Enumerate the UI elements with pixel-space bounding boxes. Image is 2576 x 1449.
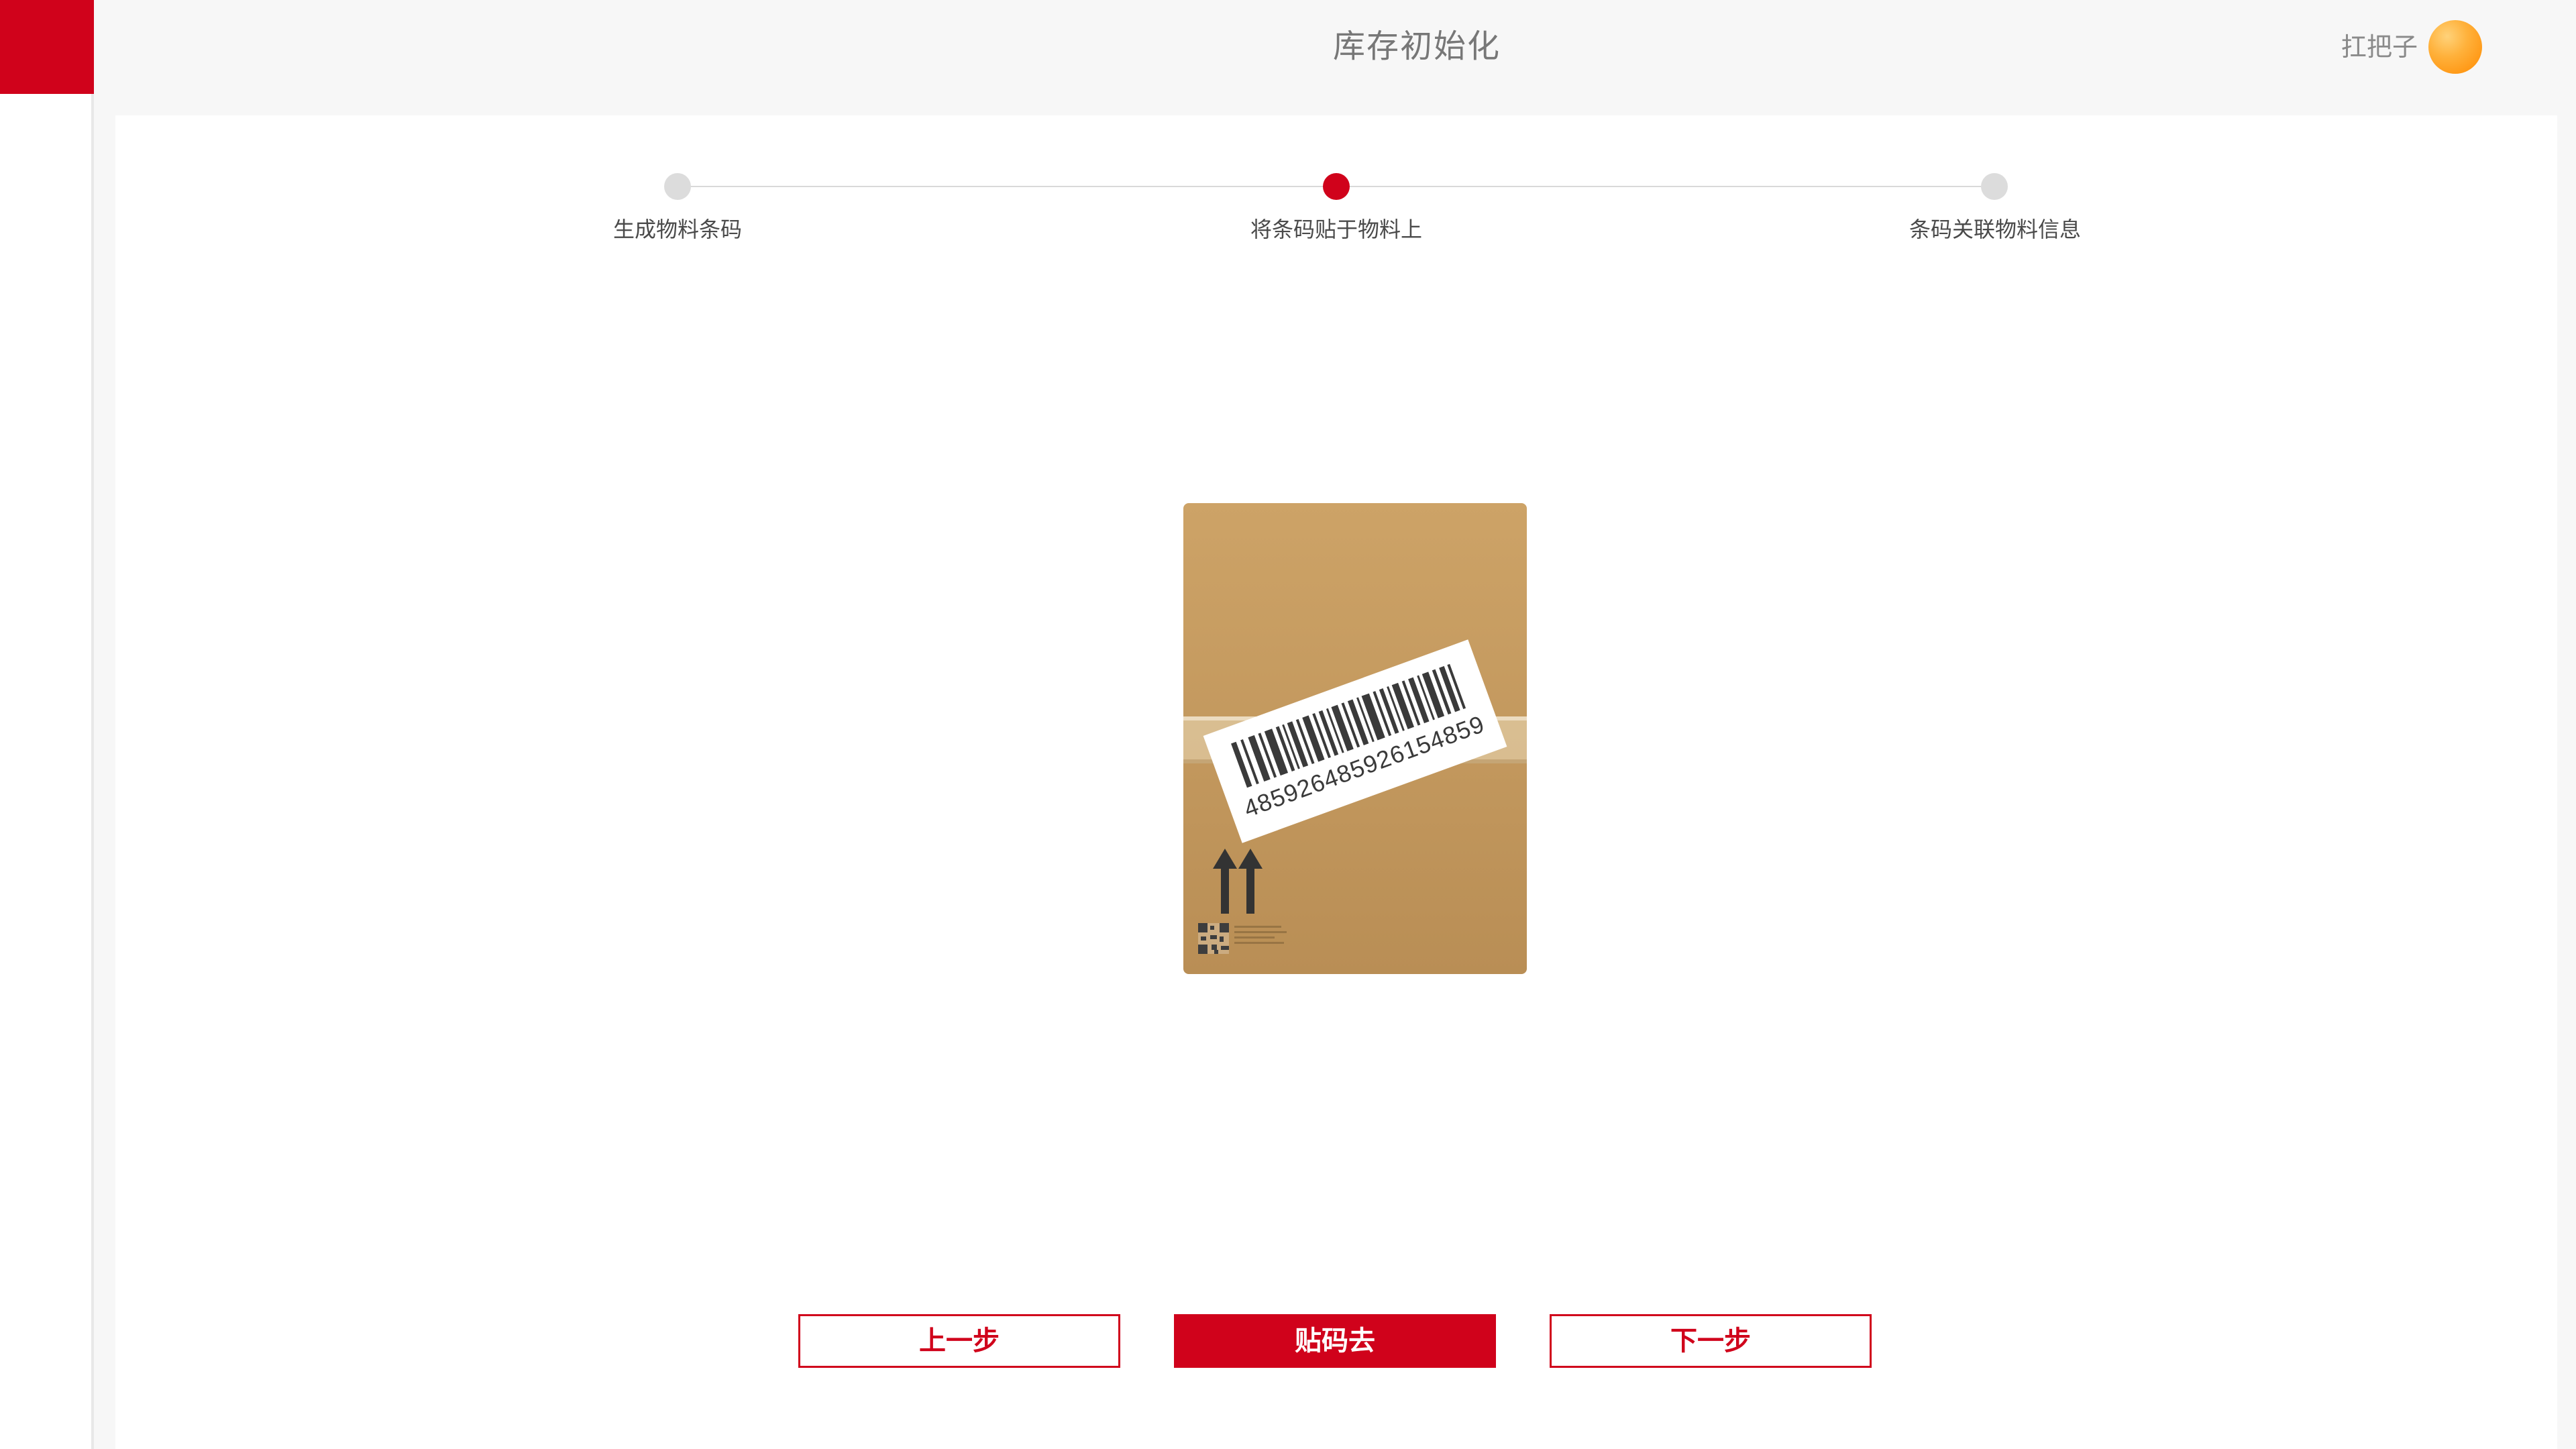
step-dot-1 — [664, 173, 691, 200]
stick-barcode-button[interactable]: 贴码去 — [1174, 1314, 1496, 1368]
progress-stepper: 生成物料条码 将条码贴于物料上 条码关联物料信息 — [115, 115, 2557, 276]
step-label-1: 生成物料条码 — [612, 217, 742, 242]
user-name[interactable]: 扛把子 — [2341, 30, 2418, 64]
prev-step-button[interactable]: 上一步 — [798, 1314, 1120, 1368]
brand-logo-icon[interactable] — [0, 0, 94, 94]
cardboard-box-icon: 485926485926154859 — [1183, 503, 1527, 974]
box-illustration: 485926485926154859 — [1183, 503, 1527, 974]
page-title: 库存初始化 — [1332, 28, 1501, 65]
sidebar — [0, 0, 94, 1449]
step-label-3: 条码关联物料信息 — [1909, 217, 2081, 242]
step-dot-3 — [1981, 173, 2008, 200]
next-step-button[interactable]: 下一步 — [1550, 1314, 1872, 1368]
header-bar: 库存初始化 扛把子 — [97, 0, 2576, 114]
step-dot-2-active — [1323, 173, 1350, 200]
user-avatar[interactable] — [2428, 20, 2482, 74]
step-label-2: 将条码贴于物料上 — [1250, 217, 1422, 242]
main-content: 生成物料条码 将条码贴于物料上 条码关联物料信息 485926485926154… — [115, 115, 2557, 1449]
